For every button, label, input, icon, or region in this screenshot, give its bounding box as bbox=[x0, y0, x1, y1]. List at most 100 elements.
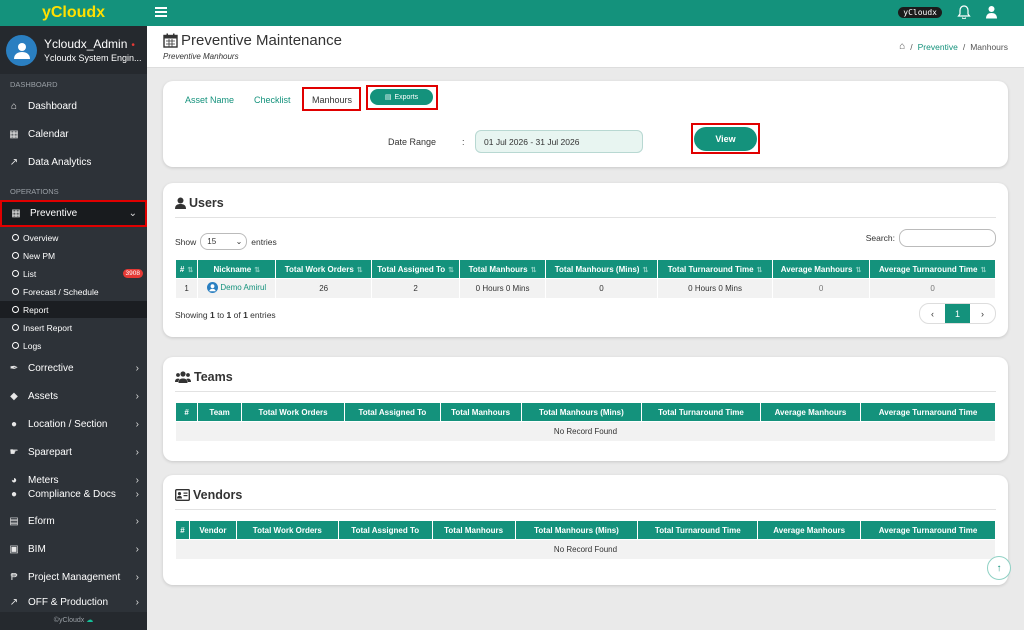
view-button[interactable]: View bbox=[694, 127, 757, 151]
sidebar-subitem-label: Overview bbox=[23, 232, 59, 243]
column-header[interactable]: Total Work Orders ⇅ bbox=[275, 259, 372, 279]
pagination: ‹ 1 › bbox=[919, 303, 996, 324]
chevron-right-icon: › bbox=[135, 488, 139, 500]
column-header[interactable]: Total Manhours (Mins) ⇅ bbox=[544, 259, 659, 279]
hamburger-menu-icon[interactable] bbox=[155, 5, 167, 19]
chevron-right-icon: › bbox=[135, 596, 139, 608]
calendar-check-icon: ▦ bbox=[9, 128, 19, 140]
column-header[interactable]: Average Turnaround Time ⇅ bbox=[869, 259, 996, 279]
user-name: Ycloudx_Admin bbox=[44, 37, 128, 51]
sidebar-subitem-report[interactable]: Report bbox=[0, 301, 147, 318]
column-header[interactable]: Nickname ⇅ bbox=[197, 259, 277, 279]
column-header: Average Manhours bbox=[757, 520, 862, 540]
column-header: Total Manhours bbox=[439, 402, 522, 422]
users-heading: Users bbox=[175, 196, 224, 210]
sidebar-item-bim[interactable]: ▣ BIM › bbox=[0, 536, 147, 562]
sidebar-item-off-production[interactable]: ↗ OFF & Production › bbox=[0, 592, 147, 612]
user-icon bbox=[175, 197, 186, 209]
sidebar-item-dashboard[interactable]: ⌂ Dashboard bbox=[0, 93, 147, 119]
sidebar-subitem-insert-report[interactable]: Insert Report bbox=[0, 319, 147, 336]
column-header[interactable]: Total Assigned To ⇅ bbox=[370, 259, 461, 279]
footer-text: ©yCloudx bbox=[53, 617, 85, 624]
sidebar-subitem-list[interactable]: List 3908 bbox=[0, 265, 147, 282]
chevron-right-icon: › bbox=[135, 446, 139, 458]
sort-icon: ⇅ bbox=[187, 266, 194, 274]
exports-button[interactable]: ▤ Exports bbox=[370, 89, 433, 105]
column-header: Total Work Orders bbox=[235, 520, 339, 540]
file-export-icon: ▤ bbox=[384, 94, 392, 101]
column-header[interactable]: Total Turnaround Time ⇅ bbox=[657, 259, 773, 279]
chevron-right-icon: › bbox=[135, 571, 139, 583]
sidebar-item-corrective[interactable]: ✒ Corrective › bbox=[0, 355, 147, 381]
sidebar-subitem-overview[interactable]: Overview bbox=[0, 229, 147, 246]
user-icon[interactable] bbox=[985, 5, 998, 19]
table-row: No Record Found bbox=[175, 539, 996, 560]
tab-asset-name[interactable]: Asset Name bbox=[185, 95, 234, 105]
sidebar-item-sparepart[interactable]: ☛ Sparepart › bbox=[0, 439, 147, 465]
home-icon[interactable]: ⌂ bbox=[899, 41, 905, 52]
section-dashboard: DASHBOARD bbox=[0, 76, 147, 94]
tag-icon: ◆ bbox=[10, 390, 18, 402]
sort-icon: ⇅ bbox=[254, 266, 261, 274]
sidebar-item-eform[interactable]: ▤ Eform › bbox=[0, 508, 147, 534]
sidebar-item-data-analytics[interactable]: ↗ Data Analytics bbox=[0, 149, 147, 175]
sort-icon: ⇅ bbox=[356, 266, 363, 274]
users-card: Users Show 15 ⌄ entries Search: # ⇅ Nickna… bbox=[163, 183, 1008, 337]
line-chart-icon: ↗ bbox=[9, 156, 19, 168]
page-button[interactable]: 1 bbox=[945, 304, 970, 323]
sidebar-subitem-forecast[interactable]: Forecast / Schedule bbox=[0, 283, 147, 300]
search-input[interactable] bbox=[899, 229, 996, 247]
column-header: Total Assigned To bbox=[337, 520, 433, 540]
search-label: Search: bbox=[865, 233, 895, 243]
scroll-to-top-button[interactable]: ↑ bbox=[987, 556, 1011, 580]
teams-table: # Team Total Work Orders Total Assigned … bbox=[174, 402, 996, 442]
tab-manhours[interactable]: Manhours bbox=[312, 95, 352, 105]
previous-page-button[interactable]: ‹ bbox=[920, 304, 945, 323]
bell-icon[interactable] bbox=[957, 5, 971, 19]
next-page-button[interactable]: › bbox=[970, 304, 995, 323]
cell-nickname: Demo Amirul bbox=[197, 278, 277, 299]
cube-icon: ▣ bbox=[9, 543, 19, 555]
sidebar-subitem-logs[interactable]: Logs bbox=[0, 337, 147, 354]
calendar-icon: ▦ bbox=[11, 208, 21, 219]
app-logo[interactable]: yCloudx bbox=[0, 0, 147, 26]
date-range-input[interactable] bbox=[475, 130, 643, 153]
column-header: Total Manhours bbox=[431, 520, 516, 540]
sidebar-item-label: Dashboard bbox=[28, 100, 77, 112]
id-card-icon bbox=[175, 489, 190, 501]
user-profile-panel[interactable]: Ycloudx_Admin • Ycloudx System Engin... bbox=[0, 26, 147, 74]
sidebar-footer: ©yCloudx ☁ bbox=[0, 612, 147, 630]
nickname-link[interactable]: Demo Amirul bbox=[220, 283, 266, 292]
file-icon: ▤ bbox=[9, 515, 19, 527]
sidebar-item-assets[interactable]: ◆ Assets › bbox=[0, 383, 147, 409]
breadcrumb-preventive[interactable]: Preventive bbox=[918, 42, 958, 52]
list-count-badge: 3908 bbox=[122, 269, 143, 278]
cell-total-manhours: 0 Hours 0 Mins bbox=[459, 278, 546, 299]
date-range-label: Date Range bbox=[388, 137, 437, 147]
brand-pill[interactable]: yCloudx bbox=[898, 7, 942, 18]
chevron-right-icon: › bbox=[135, 362, 139, 374]
sidebar-item-label: OFF & Production bbox=[28, 596, 109, 608]
sidebar-item-project-management[interactable]: ₱ Project Management › bbox=[0, 564, 147, 590]
tab-checklist[interactable]: Checklist bbox=[254, 95, 291, 105]
sidebar-item-preventive[interactable]: ▦ Preventive ⌄ bbox=[0, 200, 147, 227]
sidebar-item-label: Location / Section bbox=[28, 418, 108, 430]
breadcrumb: ⌂ / Preventive / Manhours bbox=[899, 41, 1008, 52]
entries-select[interactable]: 15 ⌄ bbox=[200, 233, 248, 250]
sidebar-item-label: Sparepart bbox=[28, 446, 72, 458]
user-avatar-icon bbox=[13, 43, 30, 59]
sidebar-item-label: Preventive bbox=[30, 208, 78, 219]
sidebar-item-calendar[interactable]: ▦ Calendar bbox=[0, 121, 147, 147]
sidebar-subitem-new-pm[interactable]: New PM bbox=[0, 247, 147, 264]
column-header[interactable]: Total Manhours ⇅ bbox=[459, 259, 546, 279]
empty-message: No Record Found bbox=[175, 421, 996, 442]
vendors-heading: Vendors bbox=[175, 488, 242, 502]
top-navbar: yCloudx bbox=[147, 0, 1024, 26]
project-icon: ₱ bbox=[10, 571, 18, 583]
column-header[interactable]: # ⇅ bbox=[174, 259, 199, 279]
column-header: Team bbox=[197, 402, 242, 422]
sidebar-item-compliance[interactable]: ● Compliance & Docs › bbox=[0, 481, 147, 507]
column-header[interactable]: Average Manhours ⇅ bbox=[771, 259, 871, 279]
sidebar-item-location[interactable]: ● Location / Section › bbox=[0, 411, 147, 437]
divider bbox=[175, 217, 996, 218]
